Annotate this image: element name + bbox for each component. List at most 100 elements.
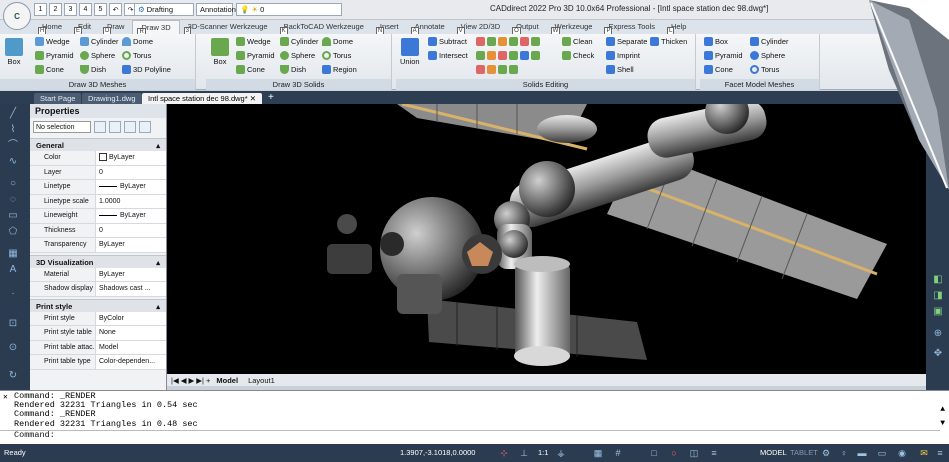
prop-row[interactable]: Thickness 0 <box>30 223 166 238</box>
hatch-tool-icon[interactable]: ▦ <box>6 248 20 260</box>
tab-express-tools[interactable]: Express Tools P <box>600 20 663 36</box>
workspace-gear-icon[interactable]: ⚙ <box>820 447 832 459</box>
facet-cone-button[interactable]: Cone <box>704 65 733 74</box>
imprint-button[interactable]: Imprint <box>606 51 640 60</box>
spline-tool-icon[interactable]: ∿ <box>6 156 20 168</box>
undo-icon[interactable]: ↶ <box>109 3 122 16</box>
selection-dropdown[interactable]: No selection <box>33 121 91 133</box>
edge-tools-icons[interactable] <box>476 51 540 60</box>
layer-select[interactable]: 💡 ☀ 0 <box>236 3 342 16</box>
lineweight-icon[interactable]: ◫ <box>688 447 700 459</box>
new-tab-plus-icon[interactable]: + <box>268 92 274 103</box>
solid-box-button[interactable]: Box <box>211 38 229 66</box>
prop-row[interactable]: Color ByLayer <box>30 151 166 166</box>
prop-row[interactable]: Lineweight ByLayer <box>30 209 166 224</box>
tab-edit[interactable]: Edit E <box>70 20 99 36</box>
solid-wedge-button[interactable]: Wedge <box>236 37 271 46</box>
mesh-3d-polyline-button[interactable]: 3D Polyline <box>122 65 171 74</box>
last-layout-icon[interactable]: ▶| <box>196 376 204 385</box>
qat-button-2[interactable]: 2 <box>49 3 62 16</box>
prop-row[interactable]: Linetype ByLayer <box>30 180 166 195</box>
prop-row[interactable]: Print table attac... Model <box>30 340 166 355</box>
separate-button[interactable]: Separate <box>606 37 647 46</box>
subtract-button[interactable]: Subtract <box>428 37 467 46</box>
tab-insert[interactable]: Insert N <box>372 20 407 36</box>
section-general[interactable]: General ▴ <box>30 138 166 151</box>
dynamic-input-icon[interactable]: ≡ <box>708 447 720 459</box>
otrack-icon[interactable]: ○ <box>668 447 680 459</box>
qat-button-5[interactable]: 5 <box>94 3 107 16</box>
application-button[interactable]: C <box>3 2 31 30</box>
grid-display-icon[interactable]: ▦ <box>592 447 604 459</box>
annotation-select[interactable]: Annotation <box>196 3 236 16</box>
model-space-toggle[interactable]: MODEL <box>760 448 787 457</box>
prop-row[interactable]: Print table type Color-dependen... <box>30 355 166 370</box>
prop-row[interactable]: Linetype scale 1.0000 <box>30 194 166 209</box>
section-print-style[interactable]: Print style ▴ <box>30 298 166 312</box>
ortho-icon[interactable]: ▣ <box>931 306 945 318</box>
clean-button[interactable]: Clean <box>562 37 593 46</box>
mesh-cone-button[interactable]: Cone <box>35 65 64 74</box>
shell-button[interactable]: Shell <box>606 65 634 74</box>
prev-layout-icon[interactable]: ◀ <box>181 376 187 385</box>
user-icon[interactable]: ♀ <box>838 447 850 459</box>
tab-3d-scanner[interactable]: 3D-Scanner Werkzeuge 3 <box>180 20 276 36</box>
mesh-box-button[interactable]: Box <box>5 38 23 66</box>
grid-icon[interactable]: ◨ <box>931 290 945 302</box>
mesh-cylinder-button[interactable]: Cylinder <box>80 37 119 46</box>
thicken-button[interactable]: Thicken <box>650 37 687 46</box>
qat-button-3[interactable]: 3 <box>64 3 77 16</box>
qat-button-4[interactable]: 4 <box>79 3 92 16</box>
tab-home[interactable]: Home H <box>34 20 70 36</box>
workspace-select[interactable]: ⚙ Drafting <box>134 3 194 16</box>
mesh-dish-button[interactable]: Dish <box>80 65 106 74</box>
prop-row[interactable]: Material ByLayer <box>30 267 166 282</box>
solid-sphere-button[interactable]: Sphere <box>280 51 315 60</box>
mesh-torus-button[interactable]: Torus <box>122 51 151 60</box>
refresh-icon[interactable]: ↻ <box>6 370 20 382</box>
snap-mode-icon[interactable]: ⊹ <box>498 447 510 459</box>
union-button[interactable]: Union <box>400 38 420 66</box>
polygon-tool-icon[interactable]: ⬠ <box>6 226 20 238</box>
osnap-icon[interactable]: □ <box>648 447 660 459</box>
tab-layout1[interactable]: Layout1 <box>244 376 279 385</box>
clean-screen-icon[interactable]: ▭ <box>876 447 888 459</box>
annotation-icon[interactable]: ⚶ <box>555 447 567 459</box>
facet-pyramid-button[interactable]: Pyramid <box>704 51 743 60</box>
polar-icon[interactable]: ⊥ <box>518 447 530 459</box>
mesh-wedge-button[interactable]: Wedge <box>35 37 70 46</box>
hardware-icon[interactable]: ▬ <box>856 447 868 459</box>
facet-cylinder-button[interactable]: Cylinder <box>750 37 789 46</box>
notification-icon[interactable]: ✉ <box>918 447 930 459</box>
customize-icon[interactable]: ≡ <box>934 447 946 459</box>
snap-icon[interactable]: ◧ <box>931 274 945 286</box>
isolate-icon[interactable]: ◉ <box>896 447 908 459</box>
rectangle-tool-icon[interactable]: ▭ <box>6 210 20 222</box>
qat-button-1[interactable]: 1 <box>34 3 47 16</box>
check-button[interactable]: Check <box>562 51 594 60</box>
tab-output[interactable]: Output O <box>508 20 547 36</box>
tab-model[interactable]: Model <box>212 376 242 385</box>
facet-torus-button[interactable]: Torus <box>750 65 779 74</box>
scroll-up-icon[interactable]: ▲ <box>940 405 945 414</box>
tab-draw-3d[interactable]: Draw 3D R <box>132 20 180 37</box>
close-icon[interactable]: ✕ <box>250 94 256 103</box>
scroll-down-icon[interactable]: ▼ <box>940 419 945 428</box>
prop-row[interactable]: Transparency ByLayer <box>30 238 166 253</box>
close-icon[interactable]: ✕ <box>3 393 8 402</box>
facet-sphere-button[interactable]: Sphere <box>750 51 785 60</box>
zoom-icon[interactable]: ⊕ <box>931 328 945 340</box>
tab-werkzeuge[interactable]: Werkzeuge W <box>547 20 601 36</box>
arc-tool-icon[interactable]: ⌒ <box>6 140 20 152</box>
text-tool-icon[interactable]: A <box>6 264 20 276</box>
polyline-tool-icon[interactable]: ⌇ <box>6 124 20 136</box>
region-tool-icon[interactable]: ⊙ <box>6 342 20 354</box>
section-3d-visualization[interactable]: 3D Visualization ▴ <box>30 254 166 268</box>
next-layout-icon[interactable]: ▶ <box>189 376 195 385</box>
facet-box-button[interactable]: Box <box>704 37 728 46</box>
solid-cylinder-button[interactable]: Cylinder <box>280 37 319 46</box>
prop-row[interactable]: Shadow display Shadows cast ... <box>30 282 166 297</box>
prop-row[interactable]: Print style ByColor <box>30 311 166 326</box>
solid-torus-button[interactable]: Torus <box>322 51 351 60</box>
ortho-mode-icon[interactable]: # <box>612 447 624 459</box>
